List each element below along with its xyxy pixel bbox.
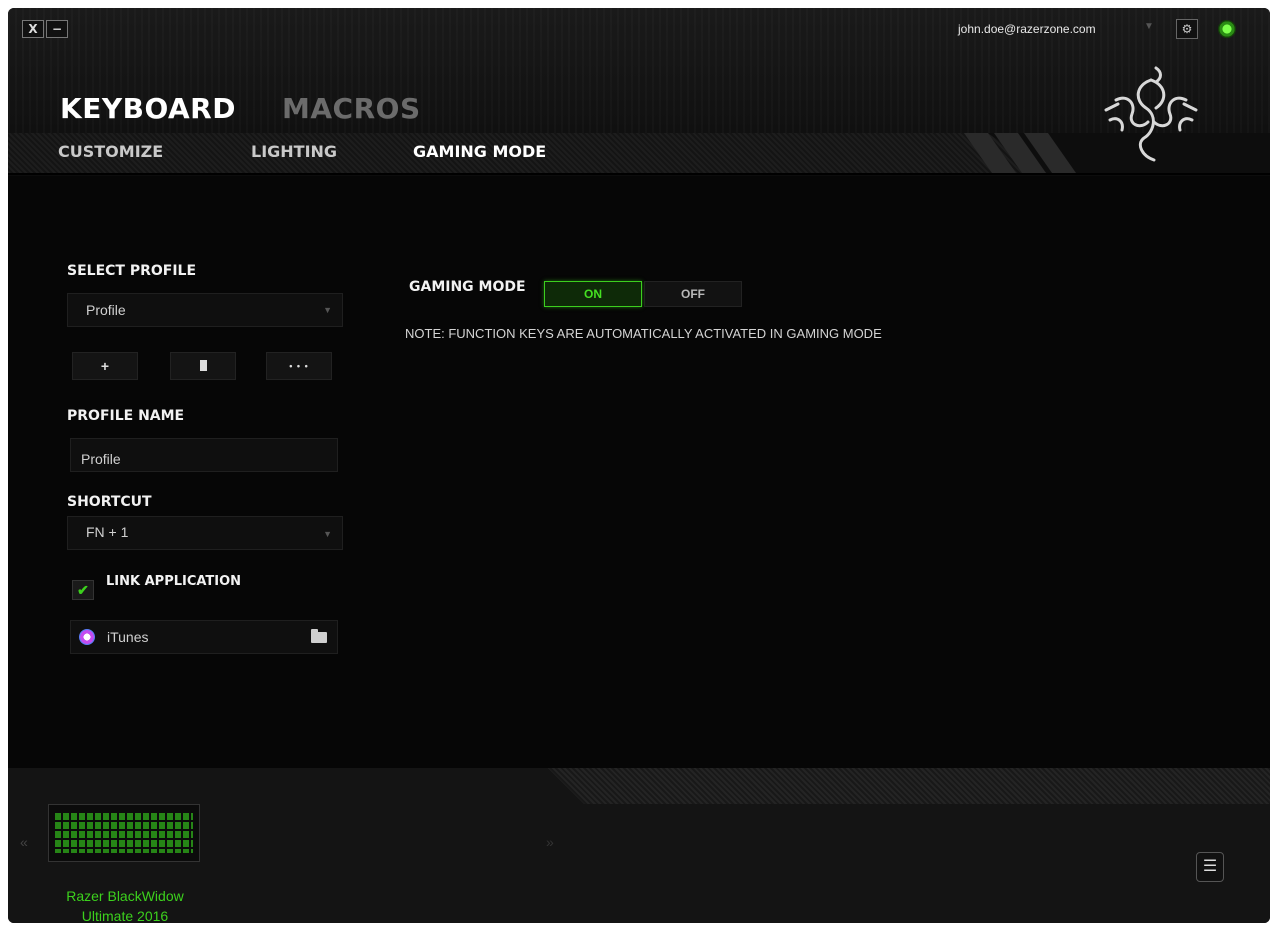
itunes-icon: ♪	[79, 629, 95, 645]
add-profile-button[interactable]: +	[72, 352, 138, 380]
more-options-button[interactable]: • • •	[266, 352, 332, 380]
gaming-mode-label: GAMING MODE	[409, 279, 526, 295]
delete-profile-button[interactable]	[170, 352, 236, 380]
menu-icon[interactable]: ☰	[1196, 852, 1224, 882]
tab-macros[interactable]: MACROS	[282, 92, 421, 125]
trash-icon	[199, 360, 207, 371]
chevron-down-icon: ▼	[323, 529, 332, 539]
next-device-icon[interactable]: »	[546, 834, 554, 850]
account-email[interactable]: john.doe@razerzone.com	[958, 22, 1096, 36]
linked-application-field[interactable]: ♪ iTunes	[70, 620, 338, 654]
previous-device-icon[interactable]: «	[20, 834, 28, 850]
minimize-button[interactable]: −	[46, 20, 68, 38]
keyboard-image[interactable]	[48, 804, 200, 862]
shortcut-select[interactable]: FN + 1 ▼	[67, 516, 343, 550]
gaming-mode-note: NOTE: FUNCTION KEYS ARE AUTOMATICALLY AC…	[405, 326, 882, 341]
shortcut-value: FN + 1	[86, 524, 129, 540]
sub-navigation-bar	[8, 133, 1270, 175]
profile-select-value: Profile	[86, 302, 126, 318]
profile-select[interactable]: Profile ▼	[67, 293, 343, 327]
profile-name-input[interactable]: Profile	[70, 438, 338, 472]
tab-gaming-mode[interactable]: GAMING MODE	[413, 142, 546, 161]
tab-customize[interactable]: CUSTOMIZE	[58, 142, 163, 161]
gaming-mode-on-button[interactable]: ON	[544, 281, 642, 307]
link-application-checkbox[interactable]: ✔	[72, 580, 94, 600]
razer-synapse-window: X − john.doe@razerzone.com ▼ ⚙ KEYBOARD …	[8, 8, 1270, 923]
header: X − john.doe@razerzone.com ▼ ⚙ KEYBOARD …	[8, 8, 1270, 176]
close-button[interactable]: X	[22, 20, 44, 38]
razer-logo-icon	[1104, 66, 1198, 162]
tab-keyboard[interactable]: KEYBOARD	[60, 92, 236, 125]
device-name[interactable]: Razer BlackWidow Ultimate 2016	[38, 886, 212, 923]
shortcut-label: SHORTCUT	[67, 494, 152, 510]
footer-decoration	[548, 768, 1270, 804]
profile-name-label: PROFILE NAME	[67, 408, 185, 424]
device-name-line1: Razer BlackWidow	[66, 888, 184, 904]
device-name-line2: Ultimate 2016	[81, 908, 169, 923]
chevron-down-icon[interactable]: ▼	[1144, 21, 1154, 32]
linked-application-name: iTunes	[107, 629, 149, 645]
gaming-mode-off-button[interactable]: OFF	[644, 281, 742, 307]
online-status-icon	[1218, 20, 1236, 38]
keyboard-keys-graphic	[55, 813, 193, 853]
checkmark-icon: ✔	[77, 582, 89, 598]
select-profile-label: SELECT PROFILE	[67, 263, 197, 279]
gear-icon[interactable]: ⚙	[1176, 19, 1198, 39]
tab-lighting[interactable]: LIGHTING	[251, 142, 337, 161]
profile-name-value: Profile	[81, 451, 121, 467]
link-application-label: LINK APPLICATION	[106, 574, 242, 589]
folder-icon[interactable]	[311, 629, 327, 643]
chevron-down-icon: ▼	[323, 305, 332, 315]
